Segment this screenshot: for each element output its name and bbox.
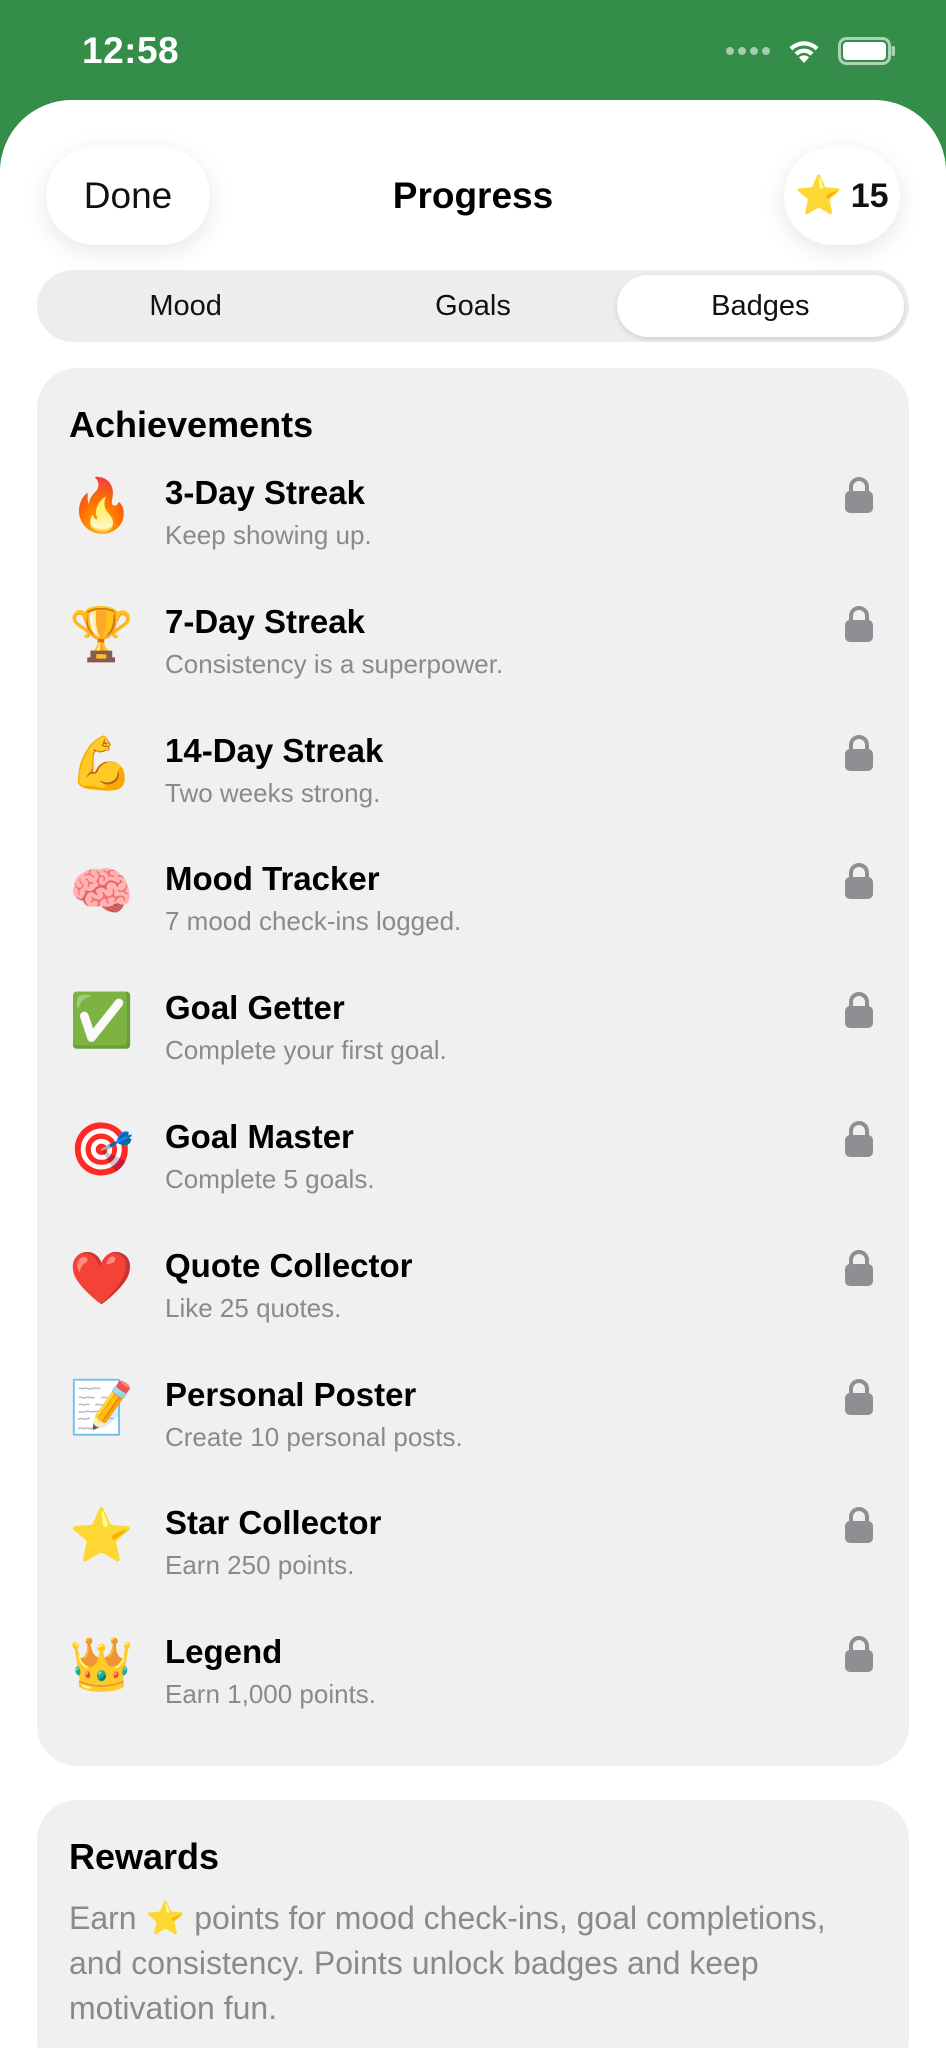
badge-row: ⭐ Star Collector Earn 250 points. xyxy=(37,1496,909,1625)
achievements-title: Achievements xyxy=(69,404,314,445)
badge-row: 🧠 Mood Tracker 7 mood check-ins logged. xyxy=(37,852,909,981)
badge-row: 💪 14-Day Streak Two weeks strong. xyxy=(37,724,909,853)
badge-title: 7-Day Streak xyxy=(165,602,365,640)
tab-mood[interactable]: Mood xyxy=(42,275,329,337)
badge-row: ✅ Goal Getter Complete your first goal. xyxy=(37,981,909,1110)
badge-title: Legend xyxy=(165,1633,283,1671)
achievements-card: Achievements 🔥 3-Day Streak Keep showing… xyxy=(37,368,909,1766)
rewards-card: Rewards Earn ⭐ points for mood check-ins… xyxy=(37,1800,909,2048)
badge-title: Personal Poster xyxy=(165,1375,417,1413)
badge-description: Earn 1,000 points. xyxy=(165,1679,377,1710)
trophy-icon: 🏆 xyxy=(69,604,134,665)
badge-title: Star Collector xyxy=(165,1504,382,1542)
status-bar: 12:58 xyxy=(0,0,946,100)
badge-row: 🎯 Goal Master Complete 5 goals. xyxy=(37,1110,909,1239)
badge-description: Consistency is a superpower. xyxy=(165,648,504,679)
badge-title: 14-Day Streak xyxy=(165,731,384,769)
lock-icon xyxy=(843,734,875,772)
lock-icon xyxy=(843,862,875,900)
badge-row: 🔥 3-Day Streak Keep showing up. xyxy=(37,466,909,595)
badge-description: Create 10 personal posts. xyxy=(165,1421,463,1452)
lock-icon xyxy=(843,1635,875,1673)
star-icon: ⭐ xyxy=(69,1506,134,1567)
brain-icon: 🧠 xyxy=(69,862,134,923)
memo-icon: 📝 xyxy=(69,1377,134,1438)
badge-title: Goal Getter xyxy=(165,989,345,1027)
badge-description: 7 mood check-ins logged. xyxy=(165,906,462,937)
rewards-description: Earn ⭐ points for mood check-ins, goal c… xyxy=(69,1900,826,2026)
cellular-signal-icon xyxy=(726,47,770,55)
rewards-title: Rewards xyxy=(69,1836,220,1877)
badge-description: Complete 5 goals. xyxy=(165,1163,375,1194)
wifi-icon xyxy=(786,37,822,65)
progress-sheet: Done Progress ⭐ 15 Mood Goals Badges Ach… xyxy=(0,100,946,2048)
badge-title: Mood Tracker xyxy=(165,860,380,898)
lock-icon xyxy=(843,1506,875,1544)
crown-icon: 👑 xyxy=(69,1635,134,1696)
battery-icon xyxy=(838,37,896,65)
lock-icon xyxy=(843,991,875,1029)
flexed-biceps-icon: 💪 xyxy=(69,733,134,794)
badge-description: Keep showing up. xyxy=(165,520,372,550)
lock-icon xyxy=(843,1378,875,1416)
target-icon: 🎯 xyxy=(69,1119,134,1180)
status-time: 12:58 xyxy=(82,30,180,71)
points-value: 15 xyxy=(850,176,889,215)
badge-row: 🏆 7-Day Streak Consistency is a superpow… xyxy=(37,595,909,724)
fire-icon: 🔥 xyxy=(69,476,134,536)
badge-row: 👑 Legend Earn 1,000 points. xyxy=(37,1625,909,1754)
badge-row: ❤️ Quote Collector Like 25 quotes. xyxy=(37,1239,909,1368)
badge-title: Quote Collector xyxy=(165,1246,413,1284)
segmented-control: Mood Goals Badges xyxy=(37,270,909,342)
badge-description: Complete your first goal. xyxy=(165,1035,447,1066)
lock-icon xyxy=(843,605,875,643)
tab-badges[interactable]: Badges xyxy=(616,275,904,337)
heart-icon: ❤️ xyxy=(69,1248,134,1309)
badge-title: Goal Master xyxy=(165,1117,354,1155)
badge-list: 🔥 3-Day Streak Keep showing up. 🏆 7-Day … xyxy=(37,466,909,1754)
points-badge: ⭐ 15 xyxy=(784,147,900,245)
star-icon: ⭐ xyxy=(795,175,843,217)
badge-description: Like 25 quotes. xyxy=(165,1292,342,1323)
badge-row: 📝 Personal Poster Create 10 personal pos… xyxy=(37,1368,909,1497)
status-icons xyxy=(726,34,896,68)
lock-icon xyxy=(843,1120,875,1158)
lock-icon xyxy=(843,1249,875,1287)
lock-icon xyxy=(843,476,875,514)
header: Done Progress ⭐ 15 xyxy=(0,100,946,270)
badge-description: Earn 250 points. xyxy=(165,1550,355,1581)
tab-goals[interactable]: Goals xyxy=(329,275,616,337)
badge-description: Two weeks strong. xyxy=(165,777,381,808)
check-mark-icon: ✅ xyxy=(69,991,134,1052)
badge-title: 3-Day Streak xyxy=(165,474,365,511)
